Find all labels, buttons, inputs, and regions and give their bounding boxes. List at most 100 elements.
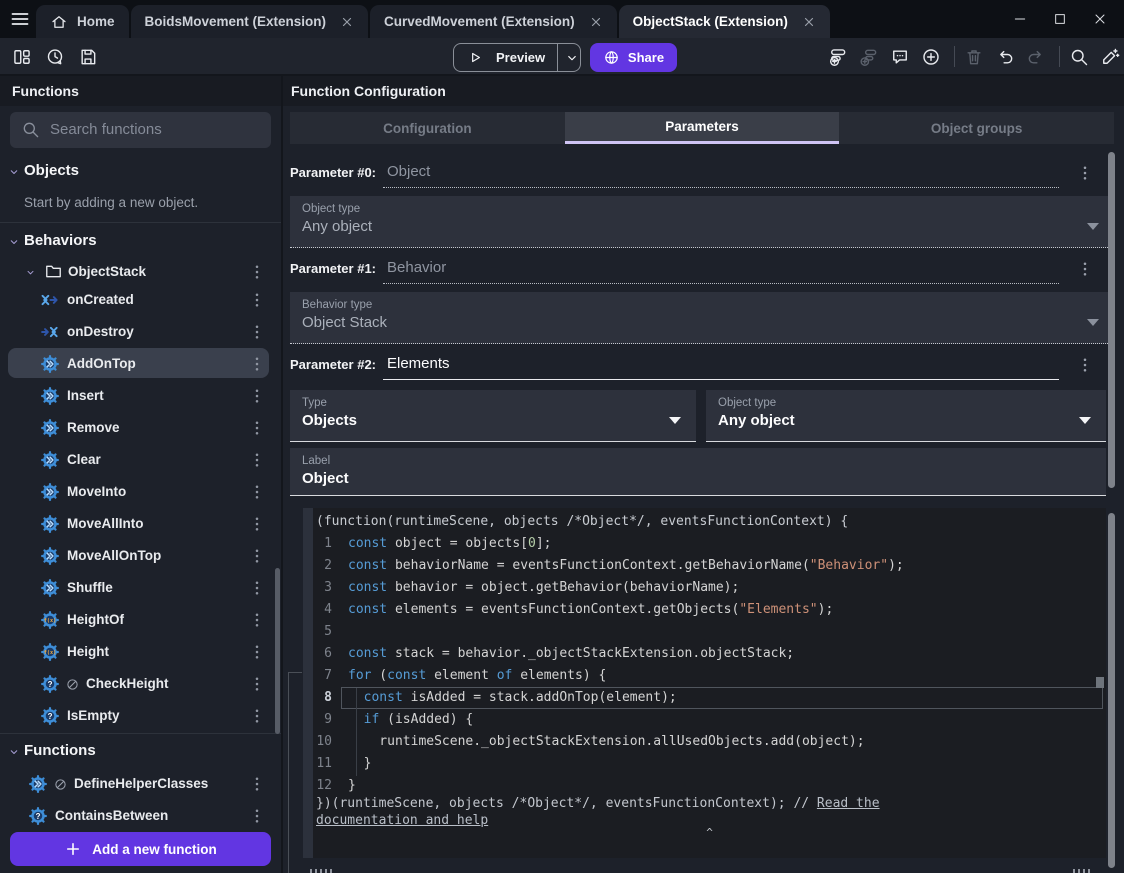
add-behavior-button[interactable] xyxy=(246,232,266,252)
collapse-caret[interactable]: ^ xyxy=(313,826,1106,839)
code-area-scrollbar[interactable] xyxy=(1108,513,1115,868)
behavior-function-item-moveallinto[interactable]: MoveAllInto xyxy=(0,508,281,540)
free-function-item-definehelperclasses[interactable]: DefineHelperClasses xyxy=(0,768,281,800)
kebab-menu-icon[interactable] xyxy=(248,579,266,597)
search-icon[interactable] xyxy=(1069,47,1089,67)
parameter-2-type-select[interactable]: Type Objects xyxy=(290,390,696,442)
behavior-function-item-checkheight[interactable]: ? CheckHeight xyxy=(0,668,281,700)
section-functions[interactable]: Functions xyxy=(0,736,281,768)
behavior-function-item-moveallontop[interactable]: MoveAllOnTop xyxy=(0,540,281,572)
kebab-menu-icon[interactable] xyxy=(248,675,266,693)
behavior-function-item-height[interactable]: f(x) Height xyxy=(0,636,281,668)
behavior-function-item-clear[interactable]: Clear xyxy=(0,444,281,476)
code-line-6[interactable]: 6 const stack = behavior._objectStackExte… xyxy=(313,643,1106,665)
code-line-7[interactable]: 7 for (const element of elements) { xyxy=(313,665,1106,687)
chevron-down-icon[interactable] xyxy=(8,236,20,248)
kebab-menu-icon[interactable] xyxy=(248,611,266,629)
kebab-menu-icon[interactable] xyxy=(248,547,266,565)
kebab-menu-icon[interactable] xyxy=(248,515,266,533)
close-icon[interactable] xyxy=(802,15,816,29)
layout-panels-icon[interactable] xyxy=(12,47,32,67)
kebab-menu-icon[interactable] xyxy=(248,807,266,825)
kebab-menu-icon[interactable] xyxy=(248,355,266,373)
free-function-item-containsbetween[interactable]: ? ContainsBetween xyxy=(0,800,281,832)
add-free-function-button[interactable] xyxy=(246,742,266,762)
behavior-function-item-moveinto[interactable]: MoveInto xyxy=(0,476,281,508)
code-line-10[interactable]: 10 runtimeScene._objectStackExtension.al… xyxy=(313,731,1106,753)
code-line-8[interactable]: 8 const isAdded = stack.addOnTop(element… xyxy=(313,687,1106,709)
code-line-11[interactable]: 11 } xyxy=(313,753,1106,775)
code-editor[interactable]: (function(runtimeScene, objects /*Object… xyxy=(313,508,1106,858)
chevron-down-icon[interactable] xyxy=(25,267,36,278)
behavior-function-item-insert[interactable]: Insert xyxy=(0,380,281,412)
code-line-9[interactable]: 9 if (isAdded) { xyxy=(313,709,1106,731)
section-objects[interactable]: Objects xyxy=(0,156,281,188)
kebab-menu-icon[interactable] xyxy=(248,775,266,793)
section-behaviors[interactable]: Behaviors xyxy=(0,226,281,258)
undo-icon[interactable] xyxy=(995,47,1015,67)
add-object-button[interactable] xyxy=(246,162,266,182)
chevron-down-icon[interactable] xyxy=(8,746,20,758)
code-line-12[interactable]: 12} xyxy=(313,775,1106,797)
close-window-icon[interactable] xyxy=(1080,6,1120,32)
save-icon[interactable] xyxy=(78,47,98,67)
parameter-2-name-input[interactable]: Elements xyxy=(387,355,450,372)
add-new-function-button[interactable]: Add a new function xyxy=(10,832,271,866)
editor-tab-home[interactable]: Home xyxy=(36,5,129,38)
code-line-3[interactable]: 3 const behavior = object.getBehavior(beh… xyxy=(313,577,1106,599)
kebab-menu-icon[interactable] xyxy=(248,419,266,437)
code-line-1[interactable]: 1 const object = objects[0]; xyxy=(313,533,1106,555)
search-input[interactable]: Search functions xyxy=(10,112,271,148)
behavior-function-item-remove[interactable]: Remove xyxy=(0,412,281,444)
parameter-2-object-type-select[interactable]: Object type Any object xyxy=(706,390,1106,442)
sidebar-scrollbar[interactable] xyxy=(275,568,280,734)
kebab-menu-icon[interactable] xyxy=(1076,260,1094,278)
behavior-function-item-ondestroy[interactable]: onDestroy xyxy=(0,316,281,348)
parameter-0-name-input[interactable]: Object xyxy=(387,163,430,180)
parameter-2-label-input[interactable]: Label Object xyxy=(290,448,1106,496)
parameter-1-behavior-type-select[interactable]: Behavior type Object Stack xyxy=(290,292,1114,344)
kebab-menu-icon[interactable] xyxy=(248,643,266,661)
preview-button[interactable]: Preview xyxy=(453,43,581,72)
kebab-menu-icon[interactable] xyxy=(248,387,266,405)
kebab-menu-icon[interactable] xyxy=(1076,164,1094,182)
tab-object-groups[interactable]: Object groups xyxy=(839,112,1114,144)
share-button[interactable]: Share xyxy=(590,43,677,72)
kebab-menu-icon[interactable] xyxy=(248,451,266,469)
tab-configuration[interactable]: Configuration xyxy=(290,112,565,144)
add-event-icon[interactable] xyxy=(828,47,848,67)
kebab-menu-icon[interactable] xyxy=(248,323,266,341)
behavior-function-item-oncreated[interactable]: onCreated xyxy=(0,284,281,316)
code-line-2[interactable]: 2 const behaviorName = eventsFunctionCont… xyxy=(313,555,1106,577)
chevron-down-icon[interactable] xyxy=(8,166,20,178)
hamburger-menu-icon[interactable] xyxy=(9,9,31,29)
kebab-menu-icon[interactable] xyxy=(1076,356,1094,374)
behavior-function-item-heightof[interactable]: f(x) HeightOf xyxy=(0,604,281,636)
comment-icon[interactable] xyxy=(890,47,910,67)
magic-pencil-icon[interactable] xyxy=(1100,47,1120,67)
add-circle-icon[interactable] xyxy=(921,47,941,67)
editor-tab-objectstack-extension[interactable]: ObjectStack (Extension) xyxy=(618,5,830,38)
behavior-function-item-isempty[interactable]: ? IsEmpty xyxy=(0,700,281,732)
parameter-1-name-input[interactable]: Behavior xyxy=(387,259,446,276)
behavior-function-item-shuffle[interactable]: Shuffle xyxy=(0,572,281,604)
editor-tab-curvedmovement-extension[interactable]: CurvedMovement (Extension) xyxy=(370,5,617,38)
parameter-0-object-type-select[interactable]: Object type Any object xyxy=(290,196,1114,248)
kebab-menu-icon[interactable] xyxy=(248,263,266,281)
editor-tab-boidsmovement-extension[interactable]: BoidsMovement (Extension) xyxy=(130,5,369,38)
behavior-function-item-addontop[interactable]: AddOnTop xyxy=(0,348,281,380)
close-icon[interactable] xyxy=(340,15,354,29)
history-icon[interactable] xyxy=(45,47,65,67)
tab-parameters[interactable]: Parameters xyxy=(564,112,840,144)
parameters-scrollbar[interactable] xyxy=(1108,152,1115,488)
minimize-icon[interactable] xyxy=(1000,6,1040,32)
maximize-icon[interactable] xyxy=(1040,6,1080,32)
close-icon[interactable] xyxy=(589,15,603,29)
kebab-menu-icon[interactable] xyxy=(248,291,266,309)
code-line-5[interactable]: 5 xyxy=(313,621,1106,643)
code-line-4[interactable]: 4 const elements = eventsFunctionContext.… xyxy=(313,599,1106,621)
kebab-menu-icon[interactable] xyxy=(248,483,266,501)
documentation-link[interactable]: Read the xyxy=(817,796,880,811)
chevron-down-icon[interactable] xyxy=(565,51,579,65)
kebab-menu-icon[interactable] xyxy=(248,707,266,725)
